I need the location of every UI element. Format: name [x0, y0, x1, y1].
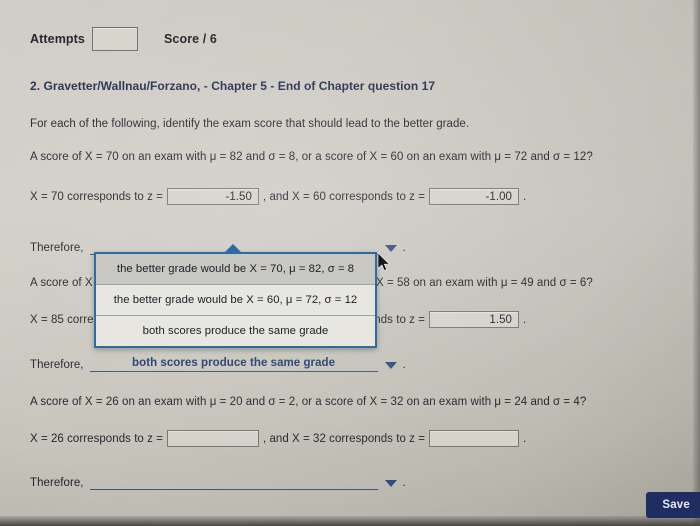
part-2-conclusion-select[interactable]: both scores produce the same grade — [89, 355, 378, 372]
attempts-input[interactable] — [91, 27, 138, 51]
part-3-prompt: A score of X = 26 on an exam with μ = 20… — [30, 396, 587, 408]
part-1-answer-prefix: X = 70 corresponds to z = — [30, 190, 163, 203]
part-1-z-input-1[interactable]: -1.50 — [166, 188, 259, 205]
part-2-therefore-row: Therefore, both scores produce the same … — [30, 355, 406, 372]
chevron-down-icon[interactable] — [384, 245, 397, 252]
part-1-answer-suffix: . — [522, 190, 527, 203]
part-1-prompt: A score of X = 70 on an exam with μ = 82… — [30, 151, 593, 163]
part-3-answer-prefix: X = 26 corresponds to z = — [30, 432, 163, 445]
photo-right-edge — [693, 0, 700, 526]
part-3-answer-row: X = 26 corresponds to z = , and X = 32 c… — [30, 430, 526, 447]
part-3-therefore-label: Therefore, — [30, 477, 84, 489]
part-2-therefore-label: Therefore, — [30, 359, 84, 371]
part-2-therefore-period: . — [402, 359, 406, 371]
part-2-answer-suffix: . — [522, 313, 527, 326]
dropdown-option-2[interactable]: the better grade would be X = 60, μ = 72… — [96, 285, 375, 316]
part-3-answer-middle: , and X = 32 corresponds to z = — [262, 432, 425, 445]
mouse-cursor-icon — [378, 253, 391, 272]
dropdown-option-3[interactable]: both scores produce the same grade — [96, 316, 375, 346]
save-button[interactable]: Save — [646, 492, 700, 518]
part-1-answer-row: X = 70 corresponds to z = -1.50 , and X … — [30, 188, 526, 205]
part-3-z-input-2[interactable] — [428, 430, 519, 447]
part-2-z-input-2[interactable]: 1.50 — [428, 311, 519, 328]
part-3-therefore-period: . — [402, 477, 406, 489]
attempts-score-bar: Attempts Score / 6 — [30, 27, 217, 51]
attempts-label: Attempts — [30, 32, 85, 46]
question-intro: For each of the following, identify the … — [30, 118, 470, 130]
chevron-down-icon[interactable] — [384, 480, 397, 487]
chevron-down-icon[interactable] — [384, 362, 397, 369]
part-1-answer-middle: , and X = 60 corresponds to z = — [262, 190, 425, 203]
photo-bottom-edge — [0, 516, 700, 526]
part-1-z-input-2[interactable]: -1.00 — [428, 188, 519, 205]
question-heading: 2. Gravetter/Wallnau/Forzano, - Chapter … — [30, 79, 436, 93]
part-3-therefore-row: Therefore, . — [30, 473, 406, 490]
part-2-conclusion-value: both scores produce the same grade — [132, 357, 336, 369]
dropdown-pointer-icon — [224, 244, 242, 253]
conclusion-dropdown-menu[interactable]: the better grade would be X = 70, μ = 82… — [94, 252, 377, 348]
part-1-therefore-period: . — [402, 242, 406, 254]
part-1-therefore-label: Therefore, — [30, 242, 84, 254]
part-3-answer-suffix: . — [522, 432, 527, 445]
screen-photo: Attempts Score / 6 2. Gravetter/Wallnau/… — [0, 0, 700, 526]
part-3-conclusion-select[interactable] — [89, 473, 378, 490]
dropdown-option-1[interactable]: the better grade would be X = 70, μ = 82… — [96, 254, 375, 285]
score-label: Score / 6 — [163, 32, 217, 46]
part-3-z-input-1[interactable] — [166, 430, 259, 447]
